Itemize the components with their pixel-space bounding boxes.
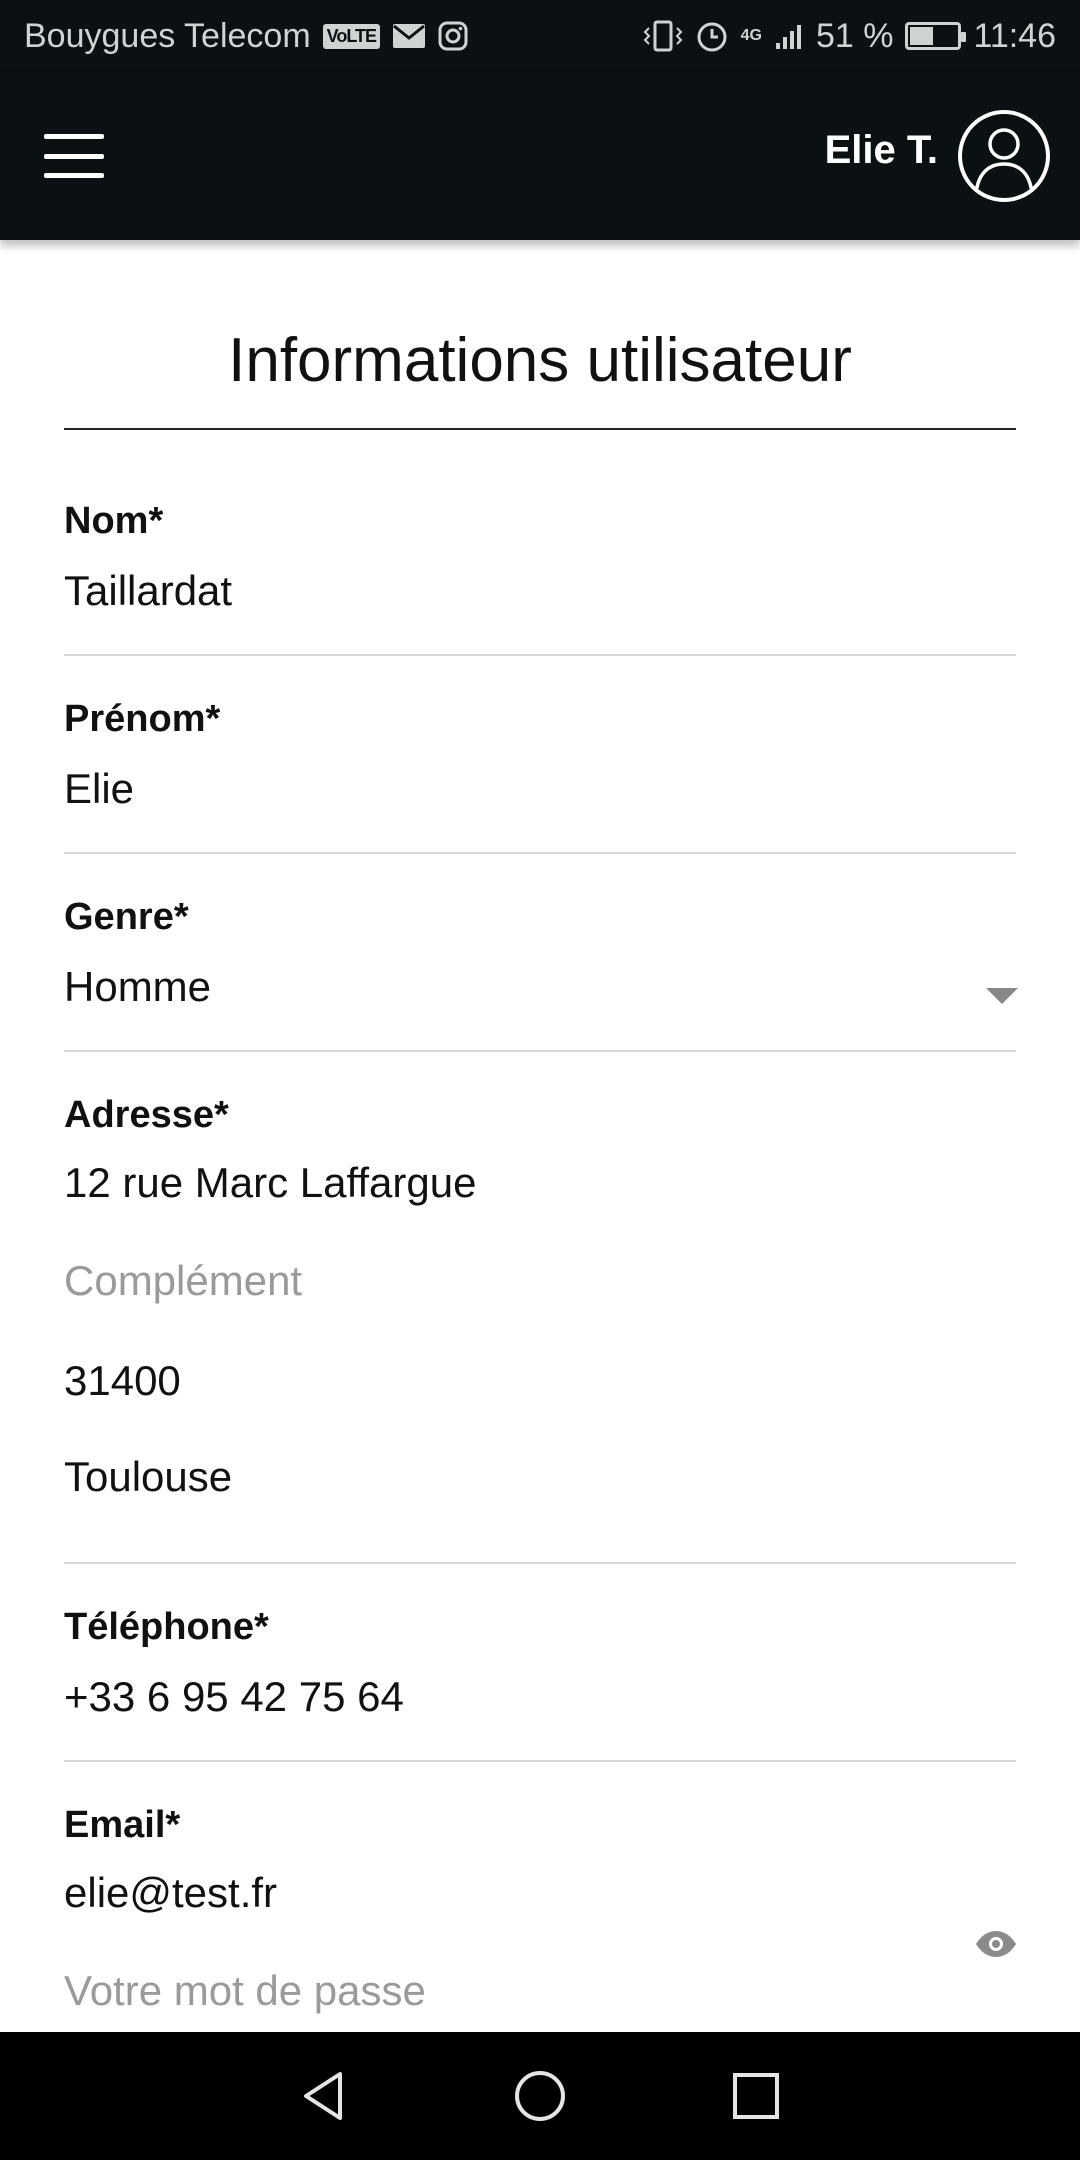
user-name[interactable]: Elie T.	[825, 128, 938, 173]
recent-apps-icon[interactable]	[728, 2068, 784, 2124]
system-nav-bar	[0, 2032, 1080, 2160]
nom-divider	[64, 654, 1016, 656]
back-icon[interactable]	[296, 2068, 352, 2124]
nom-input[interactable]: Taillardat	[64, 567, 1016, 615]
email-label: Email*	[64, 1804, 181, 1846]
adresse-divider	[64, 1562, 1016, 1564]
email-input[interactable]: elie@test.fr	[64, 1869, 1016, 1917]
volte-icon: VoLTE	[322, 23, 380, 49]
adresse-field[interactable]: Adresse* 12 rue Marc Laffargue Complémen…	[64, 1094, 1016, 1501]
mail-icon	[392, 23, 426, 49]
hamburger-menu-icon[interactable]	[44, 134, 104, 178]
postal-code-input[interactable]: 31400	[64, 1357, 1016, 1405]
nom-field[interactable]: Nom* Taillardat	[64, 500, 1016, 615]
genre-label: Genre*	[64, 896, 189, 938]
eye-icon[interactable]	[974, 1930, 1018, 1958]
status-right: 4G 51 % 11:46	[643, 17, 1056, 56]
signal-icon	[774, 21, 804, 51]
title-divider	[64, 428, 1016, 430]
battery-level	[910, 27, 934, 45]
instagram-icon	[438, 21, 468, 51]
alarm-icon	[695, 19, 729, 53]
prenom-divider	[64, 852, 1016, 854]
battery-icon	[905, 22, 967, 50]
battery-percent: 51 %	[815, 16, 894, 55]
genre-field[interactable]: Genre* Homme	[64, 896, 1016, 1011]
chevron-down-icon[interactable]	[986, 988, 1018, 1004]
vibrate-icon	[643, 20, 683, 52]
password-input[interactable]: Votre mot de passe	[64, 1967, 1016, 2015]
city-input[interactable]: Toulouse	[64, 1453, 1016, 1501]
telephone-field[interactable]: Téléphone* +33 6 95 42 75 64	[64, 1606, 1016, 1721]
carrier-name: Bouygues Telecom	[24, 16, 311, 55]
genre-divider	[64, 1050, 1016, 1052]
app-header: Elie T.	[0, 72, 1080, 240]
network-type: 4G	[740, 27, 762, 44]
clock: 11:46	[973, 16, 1056, 55]
nom-label: Nom*	[64, 500, 164, 542]
email-field[interactable]: Email* elie@test.fr Votre mot de passe	[64, 1804, 1016, 2015]
form-content[interactable]: Informations utilisateur Nom* Taillardat…	[0, 240, 1080, 2032]
avatar[interactable]	[958, 110, 1050, 202]
telephone-input[interactable]: +33 6 95 42 75 64	[64, 1673, 1016, 1721]
status-left: Bouygues Telecom VoLTE	[24, 17, 468, 56]
genre-select[interactable]: Homme	[64, 963, 1016, 1011]
status-bar: Bouygues Telecom VoLTE 4G 51 % 11:46	[0, 0, 1080, 72]
prenom-label: Prénom*	[64, 698, 221, 740]
adresse-label: Adresse*	[64, 1094, 229, 1136]
page-title: Informations utilisateur	[228, 326, 852, 395]
prenom-input[interactable]: Elie	[64, 765, 1016, 813]
prenom-field[interactable]: Prénom* Elie	[64, 698, 1016, 813]
user-icon	[974, 128, 1034, 195]
street-input[interactable]: 12 rue Marc Laffargue	[64, 1159, 1016, 1207]
telephone-divider	[64, 1760, 1016, 1762]
home-icon[interactable]	[512, 2068, 568, 2124]
telephone-label: Téléphone*	[64, 1606, 269, 1648]
complement-input[interactable]: Complément	[64, 1257, 1016, 1305]
